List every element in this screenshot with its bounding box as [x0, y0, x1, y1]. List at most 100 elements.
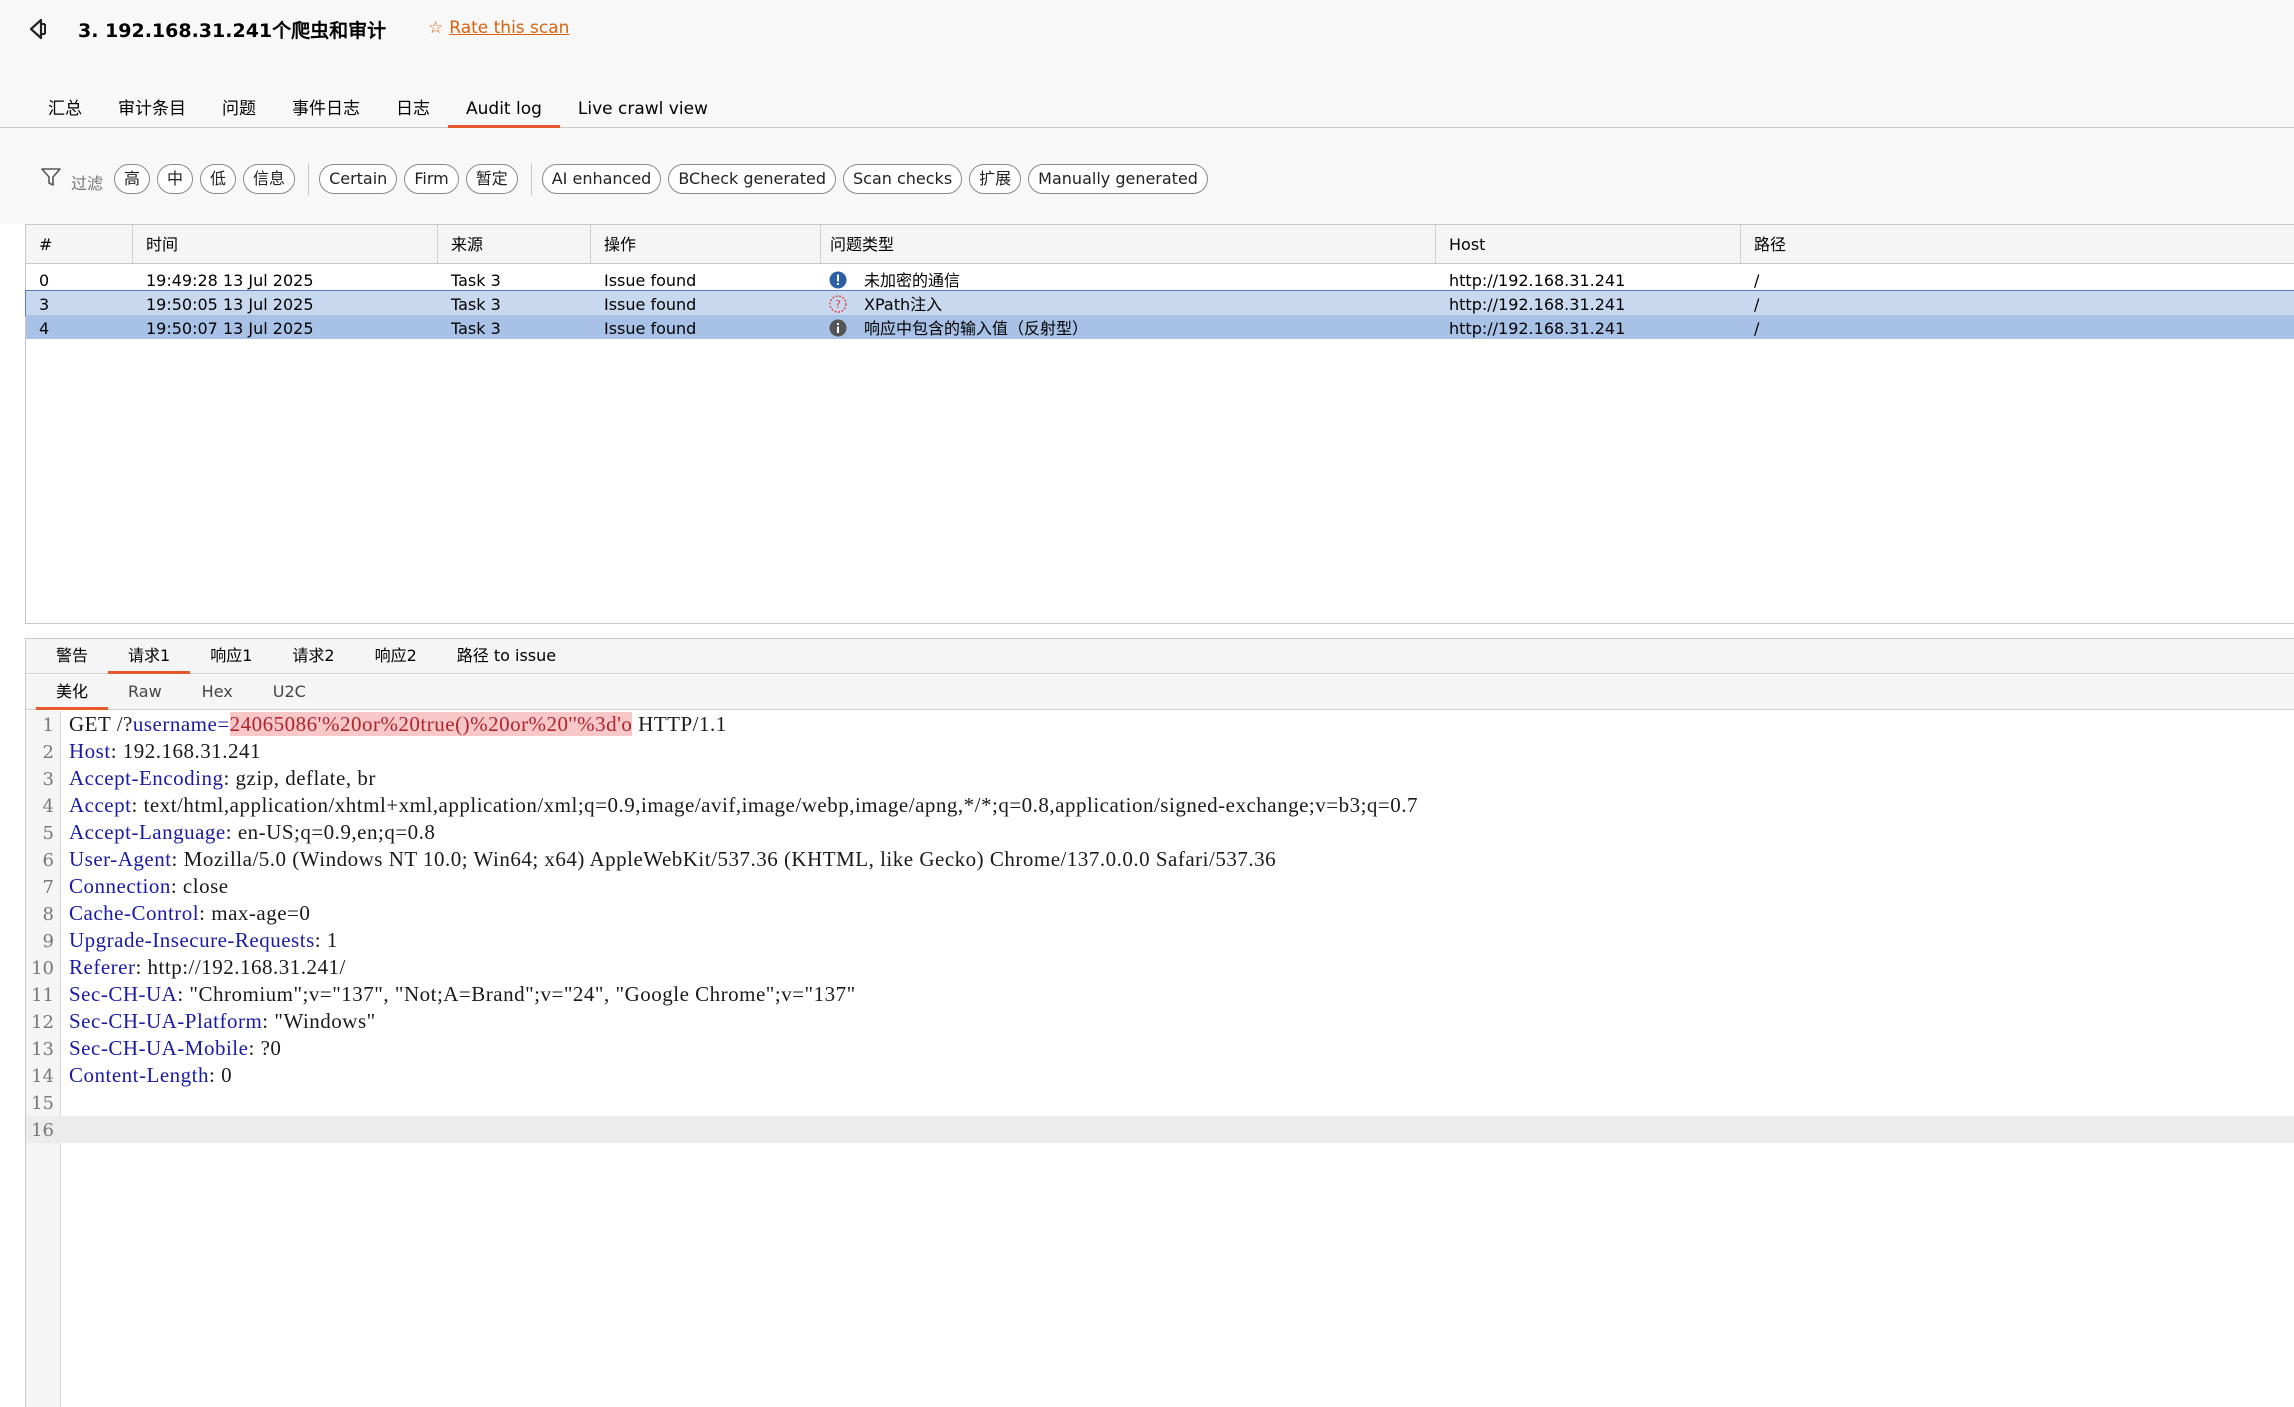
tab-response-1[interactable]: 响应1	[190, 639, 272, 674]
header-line[interactable]: Sec-CH-UA-Mobile: ?0	[69, 1036, 281, 1061]
tab-path-to-issue[interactable]: 路径 to issue	[437, 639, 576, 674]
header-line[interactable]: Cache-Control: max-age=0	[69, 901, 310, 926]
code-line: 7 Connection: close	[26, 873, 2294, 900]
chip-confidence-certain[interactable]: Certain	[319, 164, 398, 194]
severity-info-icon	[829, 271, 847, 289]
tab-request-1[interactable]: 请求1	[108, 639, 191, 674]
row-time: 19:50:07 13 Jul 2025	[146, 319, 314, 338]
code-line: 5 Accept-Language: en-US;q=0.9,en;q=0.8	[26, 819, 2294, 846]
row-number: 0	[39, 271, 50, 290]
code-line-current[interactable]: 16	[26, 1116, 2294, 1143]
filter-icon[interactable]	[40, 166, 62, 188]
header-line[interactable]: Accept: text/html,application/xhtml+xml,…	[69, 793, 1418, 818]
table-row[interactable]: 4 19:50:07 13 Jul 2025 Task 3 Issue foun…	[26, 315, 2294, 339]
header-value: max-age=0	[211, 901, 311, 925]
header-line[interactable]: Content-Length: 0	[69, 1063, 232, 1088]
header-line[interactable]: User-Agent: Mozilla/5.0 (Windows NT 10.0…	[69, 847, 1276, 872]
tab-request-2[interactable]: 请求2	[272, 639, 354, 674]
code-line: 1 GET /?username=24065086'%20or%20true()…	[26, 711, 2294, 738]
request-method: GET /?	[69, 712, 133, 736]
header-name: User-Agent	[69, 847, 172, 871]
request-param-name: username=	[132, 712, 230, 736]
row-issue-type: 响应中包含的输入值（反射型）	[864, 319, 1089, 338]
header-name: Accept	[69, 793, 132, 817]
code-line: 9 Upgrade-Insecure-Requests: 1	[26, 927, 2294, 954]
header-line[interactable]: Sec-CH-UA: "Chromium";v="137", "Not;A=Br…	[69, 982, 856, 1007]
header-value: 1	[326, 928, 338, 952]
tab-audit-items[interactable]: 审计条目	[100, 96, 204, 128]
header-value: en-US;q=0.9,en;q=0.8	[237, 820, 436, 844]
row-path: /	[1754, 319, 1760, 338]
row-path: /	[1754, 295, 1760, 314]
header-line[interactable]: Accept-Language: en-US;q=0.9,en;q=0.8	[69, 820, 435, 845]
request-line[interactable]: GET /?username=24065086'%20or%20true()%2…	[69, 712, 727, 737]
chip-severity-medium[interactable]: 中	[157, 164, 194, 194]
rate-scan-link[interactable]: ☆ Rate this scan	[428, 18, 569, 38]
detail-panel: 警告 请求1 响应1 请求2 响应2 路径 to issue 美化 Raw He…	[25, 638, 2294, 1407]
filter-label: 过滤	[71, 174, 104, 193]
tab-advisory[interactable]: 警告	[36, 639, 108, 674]
chip-severity-low[interactable]: 低	[200, 164, 237, 194]
header-line[interactable]: Connection: close	[69, 874, 229, 899]
code-line: 10 Referer: http://192.168.31.241/	[26, 954, 2294, 981]
code-line: 12 Sec-CH-UA-Platform: "Windows"	[26, 1008, 2294, 1035]
tab-pretty[interactable]: 美化	[36, 675, 109, 710]
tab-response-2[interactable]: 响应2	[355, 639, 437, 674]
tab-raw[interactable]: Raw	[108, 675, 182, 710]
header-line[interactable]: Sec-CH-UA-Platform: "Windows"	[69, 1009, 376, 1034]
col-time[interactable]: 时间	[133, 225, 438, 263]
tab-summary[interactable]: 汇总	[30, 96, 100, 128]
code-line: 15	[26, 1089, 2294, 1116]
col-source[interactable]: 来源	[438, 225, 591, 263]
header-value: "Windows"	[274, 1009, 376, 1033]
chip-scan-checks[interactable]: Scan checks	[842, 164, 963, 194]
col-action[interactable]: 操作	[591, 225, 821, 263]
row-host: http://192.168.31.241	[1449, 319, 1626, 338]
line-number: 8	[42, 904, 54, 925]
request-protocol: HTTP/1.1	[632, 712, 727, 736]
tab-audit-log[interactable]: Audit log	[448, 96, 560, 128]
row-action: Issue found	[604, 319, 697, 338]
header-line[interactable]: Upgrade-Insecure-Requests: 1	[69, 928, 338, 953]
tab-live-crawl-view[interactable]: Live crawl view	[560, 96, 726, 128]
header-name: Content-Length	[69, 1063, 209, 1087]
col-host[interactable]: Host	[1436, 225, 1741, 263]
tab-logger[interactable]: 日志	[378, 96, 448, 128]
chip-ai-enhanced[interactable]: AI enhanced	[541, 164, 662, 194]
filter-bar: 过滤 高 中 低 信息 Certain Firm 暂定 AI enhanced …	[0, 128, 2294, 224]
divider	[530, 163, 532, 195]
table-header: # 时间 来源 操作 问题类型 Host 路径	[26, 225, 2294, 264]
tab-event-log[interactable]: 事件日志	[274, 96, 378, 128]
line-number: 3	[42, 769, 54, 790]
code-line: 13 Sec-CH-UA-Mobile: ?0	[26, 1035, 2294, 1062]
line-number: 1	[42, 715, 54, 736]
header-name: Referer	[69, 955, 136, 979]
tab-issues[interactable]: 问题	[204, 96, 274, 128]
table-row[interactable]: 0 19:49:28 13 Jul 2025 Task 3 Issue foun…	[26, 267, 2294, 291]
row-action: Issue found	[604, 271, 697, 290]
row-source: Task 3	[451, 295, 501, 314]
header-value: 0	[221, 1063, 233, 1087]
header-value: "Chromium";v="137", "Not;A=Brand";v="24"…	[189, 982, 856, 1006]
tab-u2c[interactable]: U2C	[253, 675, 326, 710]
line-number: 5	[42, 823, 54, 844]
main-tabs: 汇总 审计条目 问题 事件日志 日志 Audit log Live crawl …	[30, 96, 726, 128]
chip-bcheck-generated[interactable]: BCheck generated	[668, 164, 836, 194]
table-row[interactable]: 3 19:50:05 13 Jul 2025 Task 3 Issue foun…	[25, 290, 2294, 316]
header-line[interactable]: Host: 192.168.31.241	[69, 739, 261, 764]
chip-extensions[interactable]: 扩展	[969, 164, 1022, 194]
header-line[interactable]: Accept-Encoding: gzip, deflate, br	[69, 766, 376, 791]
chip-severity-info[interactable]: 信息	[243, 164, 296, 194]
col-number[interactable]: #	[26, 225, 133, 263]
chip-confidence-firm[interactable]: Firm	[404, 164, 459, 194]
chip-manually-generated[interactable]: Manually generated	[1028, 164, 1208, 194]
chip-confidence-tentative[interactable]: 暂定	[465, 164, 518, 194]
chip-severity-high[interactable]: 高	[114, 164, 151, 194]
header-line[interactable]: Referer: http://192.168.31.241/	[69, 955, 346, 980]
request-editor[interactable]: 1 GET /?username=24065086'%20or%20true()…	[26, 711, 2294, 1407]
tab-hex[interactable]: Hex	[182, 675, 253, 710]
col-path[interactable]: 路径	[1741, 225, 2294, 263]
col-issue-type[interactable]: 问题类型	[821, 225, 1436, 263]
view-mode-tabs: 美化 Raw Hex U2C	[26, 675, 2294, 710]
back-arrow-icon[interactable]	[24, 14, 54, 44]
